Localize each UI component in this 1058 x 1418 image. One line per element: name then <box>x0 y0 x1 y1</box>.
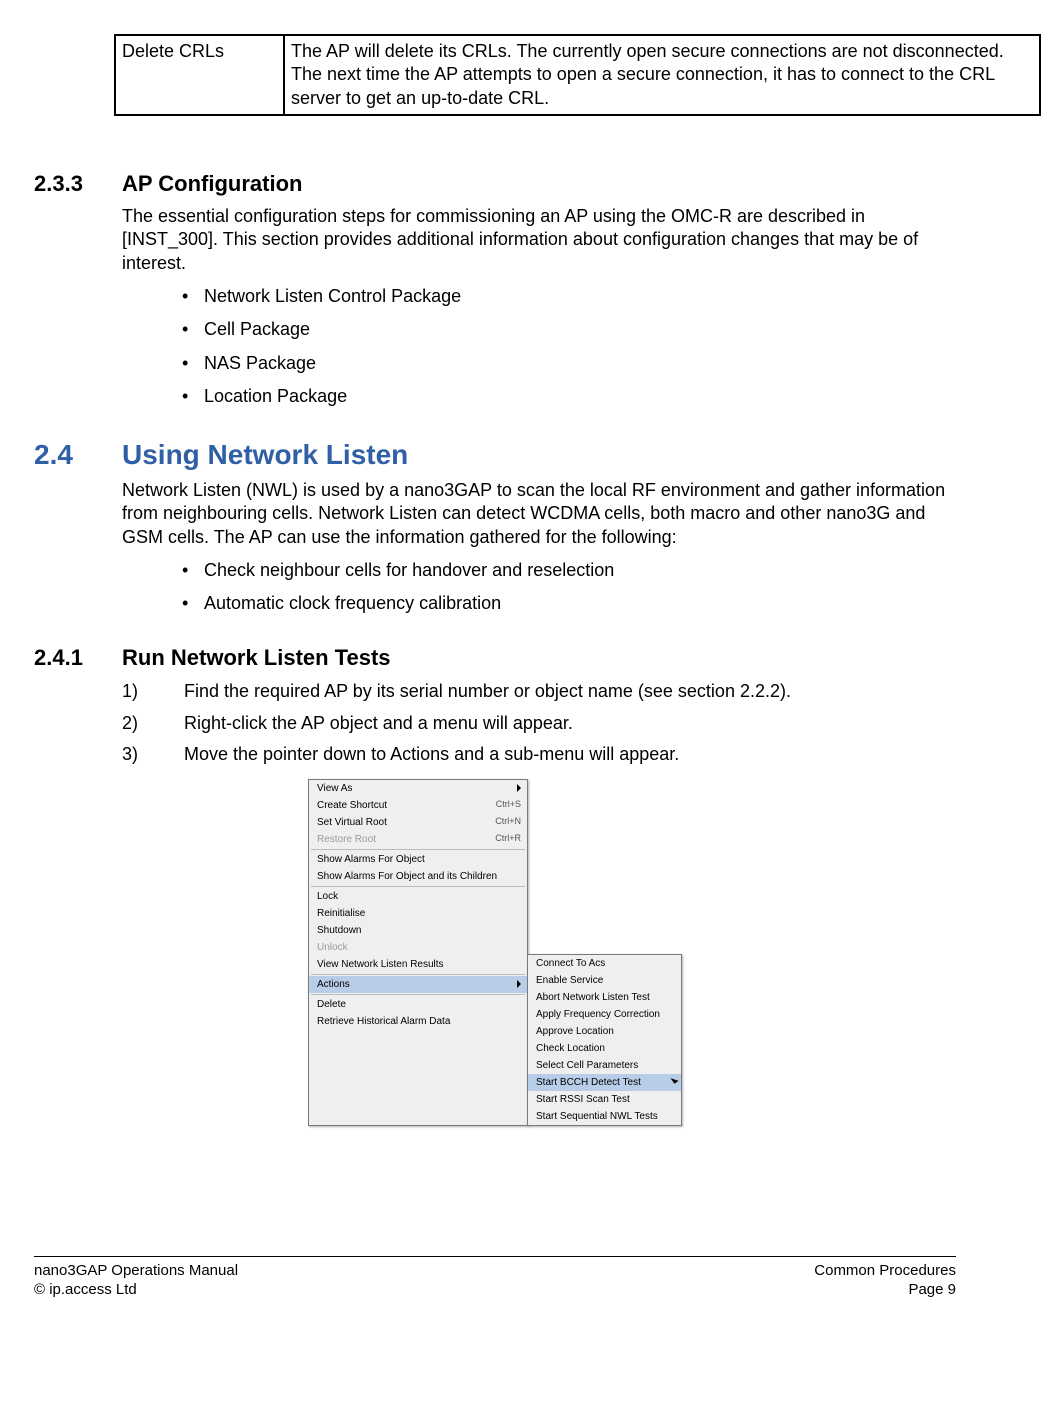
menu-shortcut: Ctrl+R <box>495 833 521 845</box>
section-24-body: Network Listen (NWL) is used by a nano3G… <box>122 479 956 549</box>
step-text: Right-click the AP object and a menu wil… <box>184 712 573 735</box>
menu-item-label: Set Virtual Root <box>317 816 387 829</box>
chevron-right-icon <box>517 980 521 988</box>
menu-item-label: Approve Location <box>536 1025 614 1038</box>
step-num: 1) <box>122 680 184 703</box>
menu-item-label: Restore Root <box>317 833 376 846</box>
section-241-num: 2.4.1 <box>34 644 122 673</box>
menu-item-label: Abort Network Listen Test <box>536 991 650 1004</box>
menu-item-label: Connect To Acs <box>536 957 605 970</box>
menu-item-label: Show Alarms For Object and its Children <box>317 870 497 883</box>
menu-item-label: Apply Frequency Correction <box>536 1008 660 1021</box>
footer-manual: nano3GAP Operations Manual <box>34 1261 238 1281</box>
menu-item[interactable]: Shutdown <box>309 922 527 939</box>
menu-item-label: Actions <box>317 978 350 991</box>
menu-item-label: Start RSSI Scan Test <box>536 1093 630 1106</box>
menu-item-label: Lock <box>317 890 338 903</box>
menu-item[interactable]: View As <box>309 780 527 797</box>
menu-separator <box>311 849 525 850</box>
menu-item[interactable]: Apply Frequency Correction <box>528 1006 681 1023</box>
menu-item-label: Unlock <box>317 941 348 954</box>
menu-item[interactable]: Lock <box>309 888 527 905</box>
section-24-num: 2.4 <box>34 437 122 473</box>
step-num: 3) <box>122 743 184 766</box>
menu-item[interactable]: Show Alarms For Object <box>309 851 527 868</box>
menu-item-label: Create Shortcut <box>317 799 387 812</box>
menu-item[interactable]: Start BCCH Detect Test <box>528 1074 681 1091</box>
section-24-title: Using Network Listen <box>122 437 408 473</box>
crl-col1: Delete CRLs <box>115 35 284 115</box>
list-item: Cell Package <box>182 318 956 341</box>
section-233-body: The essential configuration steps for co… <box>122 205 956 275</box>
actions-submenu: Connect To Acs Enable Service Abort Networ… <box>527 954 682 1126</box>
step-text: Find the required AP by its serial numbe… <box>184 680 791 703</box>
menu-item-label: Start Sequential NWL Tests <box>536 1110 658 1123</box>
menu-shortcut: Ctrl+N <box>495 816 521 828</box>
menu-item-label: Retrieve Historical Alarm Data <box>317 1015 450 1028</box>
menu-item-label: Start BCCH Detect Test <box>536 1076 641 1089</box>
menu-item[interactable]: Reinitialise <box>309 905 527 922</box>
menu-item[interactable]: Check Location <box>528 1040 681 1057</box>
section-241-title: Run Network Listen Tests <box>122 644 391 673</box>
menu-separator <box>311 974 525 975</box>
step-num: 2) <box>122 712 184 735</box>
menu-item[interactable]: Set Virtual Root Ctrl+N <box>309 814 527 831</box>
menu-item-label: Shutdown <box>317 924 361 937</box>
menu-item-label: Reinitialise <box>317 907 365 920</box>
menu-item[interactable]: Approve Location <box>528 1023 681 1040</box>
menu-item-label: Check Location <box>536 1042 605 1055</box>
menu-shortcut: Ctrl+S <box>496 799 521 811</box>
menu-item-label: Select Cell Parameters <box>536 1059 638 1072</box>
menu-item[interactable]: Abort Network Listen Test <box>528 989 681 1006</box>
menu-item[interactable]: Start RSSI Scan Test <box>528 1091 681 1108</box>
menu-item[interactable]: View Network Listen Results <box>309 956 527 973</box>
menu-item[interactable]: Retrieve Historical Alarm Data <box>309 1013 527 1030</box>
footer-page: Page 9 <box>814 1280 956 1300</box>
menu-item[interactable]: Start Sequential NWL Tests <box>528 1108 681 1125</box>
menu-item-label: Show Alarms For Object <box>317 853 425 866</box>
section-24-list: Check neighbour cells for handover and r… <box>122 559 956 616</box>
list-item: Check neighbour cells for handover and r… <box>182 559 956 582</box>
menu-item[interactable]: Show Alarms For Object and its Children <box>309 868 527 885</box>
section-233-title: AP Configuration <box>122 170 302 199</box>
menu-item[interactable]: Enable Service <box>528 972 681 989</box>
menu-item[interactable]: Unlock <box>309 939 527 956</box>
list-item: NAS Package <box>182 352 956 375</box>
list-item: Automatic clock frequency calibration <box>182 592 956 615</box>
footer-copyright: © ip.access Ltd <box>34 1280 238 1300</box>
step-text: Move the pointer down to Actions and a s… <box>184 743 679 766</box>
section-233-num: 2.3.3 <box>34 170 122 199</box>
menu-item[interactable]: Create Shortcut Ctrl+S <box>309 797 527 814</box>
context-menu: View As Create Shortcut Ctrl+S Set Virtual … <box>308 779 528 1126</box>
menu-item[interactable]: Actions <box>309 976 527 993</box>
context-menu-figure: View As Create Shortcut Ctrl+S Set Virtual … <box>34 779 956 1126</box>
crl-table: Delete CRLs The AP will delete its CRLs.… <box>114 34 1041 116</box>
footer-section: Common Procedures <box>814 1261 956 1281</box>
menu-item[interactable]: Select Cell Parameters <box>528 1057 681 1074</box>
menu-item-label: View As <box>317 782 352 795</box>
menu-separator <box>311 886 525 887</box>
menu-item-label: Enable Service <box>536 974 603 987</box>
section-241-steps: 1)Find the required AP by its serial num… <box>122 680 956 766</box>
list-item: Network Listen Control Package <box>182 285 956 308</box>
menu-item[interactable]: Connect To Acs <box>528 955 681 972</box>
menu-item-label: View Network Listen Results <box>317 958 444 971</box>
menu-item-label: Delete <box>317 998 346 1011</box>
list-item: Location Package <box>182 385 956 408</box>
page-footer: nano3GAP Operations Manual © ip.access L… <box>34 1256 956 1300</box>
menu-item[interactable]: Delete <box>309 996 527 1013</box>
menu-item[interactable]: Restore Root Ctrl+R <box>309 831 527 848</box>
section-233-list: Network Listen Control Package Cell Pack… <box>122 285 956 409</box>
crl-col2: The AP will delete its CRLs. The current… <box>284 35 1040 115</box>
menu-separator <box>311 994 525 995</box>
chevron-right-icon <box>517 784 521 792</box>
